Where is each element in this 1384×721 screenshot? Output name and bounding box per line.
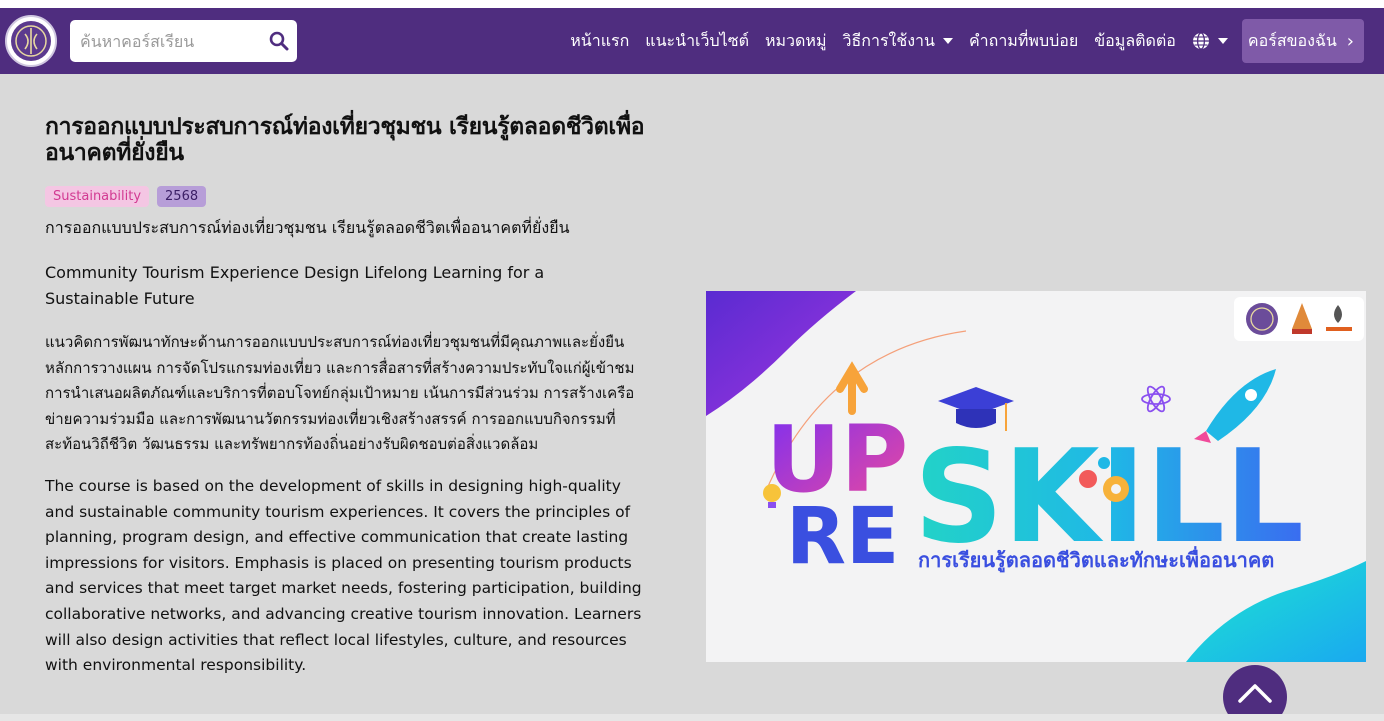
cyan-blob-shape xyxy=(1186,561,1366,662)
course-english-title: Community Tourism Experience Design Life… xyxy=(45,263,545,308)
logo-emblem-icon xyxy=(11,21,51,61)
chevron-right-icon: › xyxy=(1346,30,1354,52)
tag-year[interactable]: 2568 xyxy=(157,186,207,207)
banner-graphic: UP RE SKILL การเรียนรู้ตลอดชีวิ xyxy=(706,291,1366,662)
nav-howto-label: วิธีการใช้งาน xyxy=(842,30,935,50)
top-navbar: หน้าแรก แนะนำเว็บไซต์ หมวดหมู่ วิธีการใช… xyxy=(0,8,1384,74)
top-strip xyxy=(0,0,1384,8)
nav-about[interactable]: แนะนำเว็บไซต์ xyxy=(637,19,757,63)
course-search-box xyxy=(70,20,297,62)
banner-subtitle-text: การเรียนรู้ตลอดชีวิตและทักษะเพื่ออนาคต xyxy=(918,545,1274,574)
bottom-edge xyxy=(0,714,1384,721)
my-courses-button[interactable]: คอร์สของฉัน › xyxy=(1241,19,1364,63)
nav-faq-label: คำถามที่พบบ่อย xyxy=(968,30,1079,50)
language-dropdown[interactable] xyxy=(1184,19,1236,63)
caret-down-icon xyxy=(1217,38,1228,44)
course-thai-title: การออกแบบประสบการณ์ท่องเที่ยวชุมชน เรียน… xyxy=(45,218,570,237)
nav-home[interactable]: หน้าแรก xyxy=(562,19,637,63)
course-english-description: The course is based on the development o… xyxy=(45,476,642,675)
course-detail: การออกแบบประสบการณ์ท่องเที่ยวชุมชน เรียน… xyxy=(45,114,645,679)
nav-faq[interactable]: คำถามที่พบบ่อย xyxy=(961,19,1086,63)
search-icon[interactable] xyxy=(269,31,289,51)
nav-contact-label: ข้อมูลติดต่อ xyxy=(1094,30,1176,50)
nav-categories[interactable]: หมวดหมู่ xyxy=(757,19,835,63)
course-title: การออกแบบประสบการณ์ท่องเที่ยวชุมชน เรียน… xyxy=(45,114,645,166)
my-courses-label: คอร์สของฉัน xyxy=(1247,30,1337,50)
course-thai-description: แนวคิดการพัฒนาทักษะด้านการออกแบบประสบการ… xyxy=(45,333,635,454)
university-logo[interactable] xyxy=(5,15,57,67)
search-input[interactable] xyxy=(80,28,260,54)
banner-re-text: RE xyxy=(786,492,899,582)
partner-logos xyxy=(1234,297,1364,341)
nav-home-label: หน้าแรก xyxy=(570,30,630,50)
nav-categories-label: หมวดหมู่ xyxy=(764,30,827,50)
globe-icon xyxy=(1192,32,1209,50)
main-menu: หน้าแรก แนะนำเว็บไซต์ หมวดหมู่ วิธีการใช… xyxy=(562,19,1364,63)
course-banner-image: UP RE SKILL การเรียนรู้ตลอดชีวิ xyxy=(706,291,1366,662)
caret-down-icon xyxy=(942,38,953,44)
scroll-to-top-button[interactable] xyxy=(1223,665,1287,721)
atom-icon xyxy=(1141,385,1171,413)
tag-category[interactable]: Sustainability xyxy=(45,186,150,207)
purple-blob-shape xyxy=(706,291,856,416)
nav-howto-dropdown[interactable]: วิธีการใช้งาน xyxy=(835,19,961,63)
nav-about-label: แนะนำเว็บไซต์ xyxy=(645,30,749,50)
chevron-up-icon xyxy=(1238,684,1272,703)
nav-contact[interactable]: ข้อมูลติดต่อ xyxy=(1086,19,1184,63)
course-tags: Sustainability 2568 xyxy=(45,186,645,207)
